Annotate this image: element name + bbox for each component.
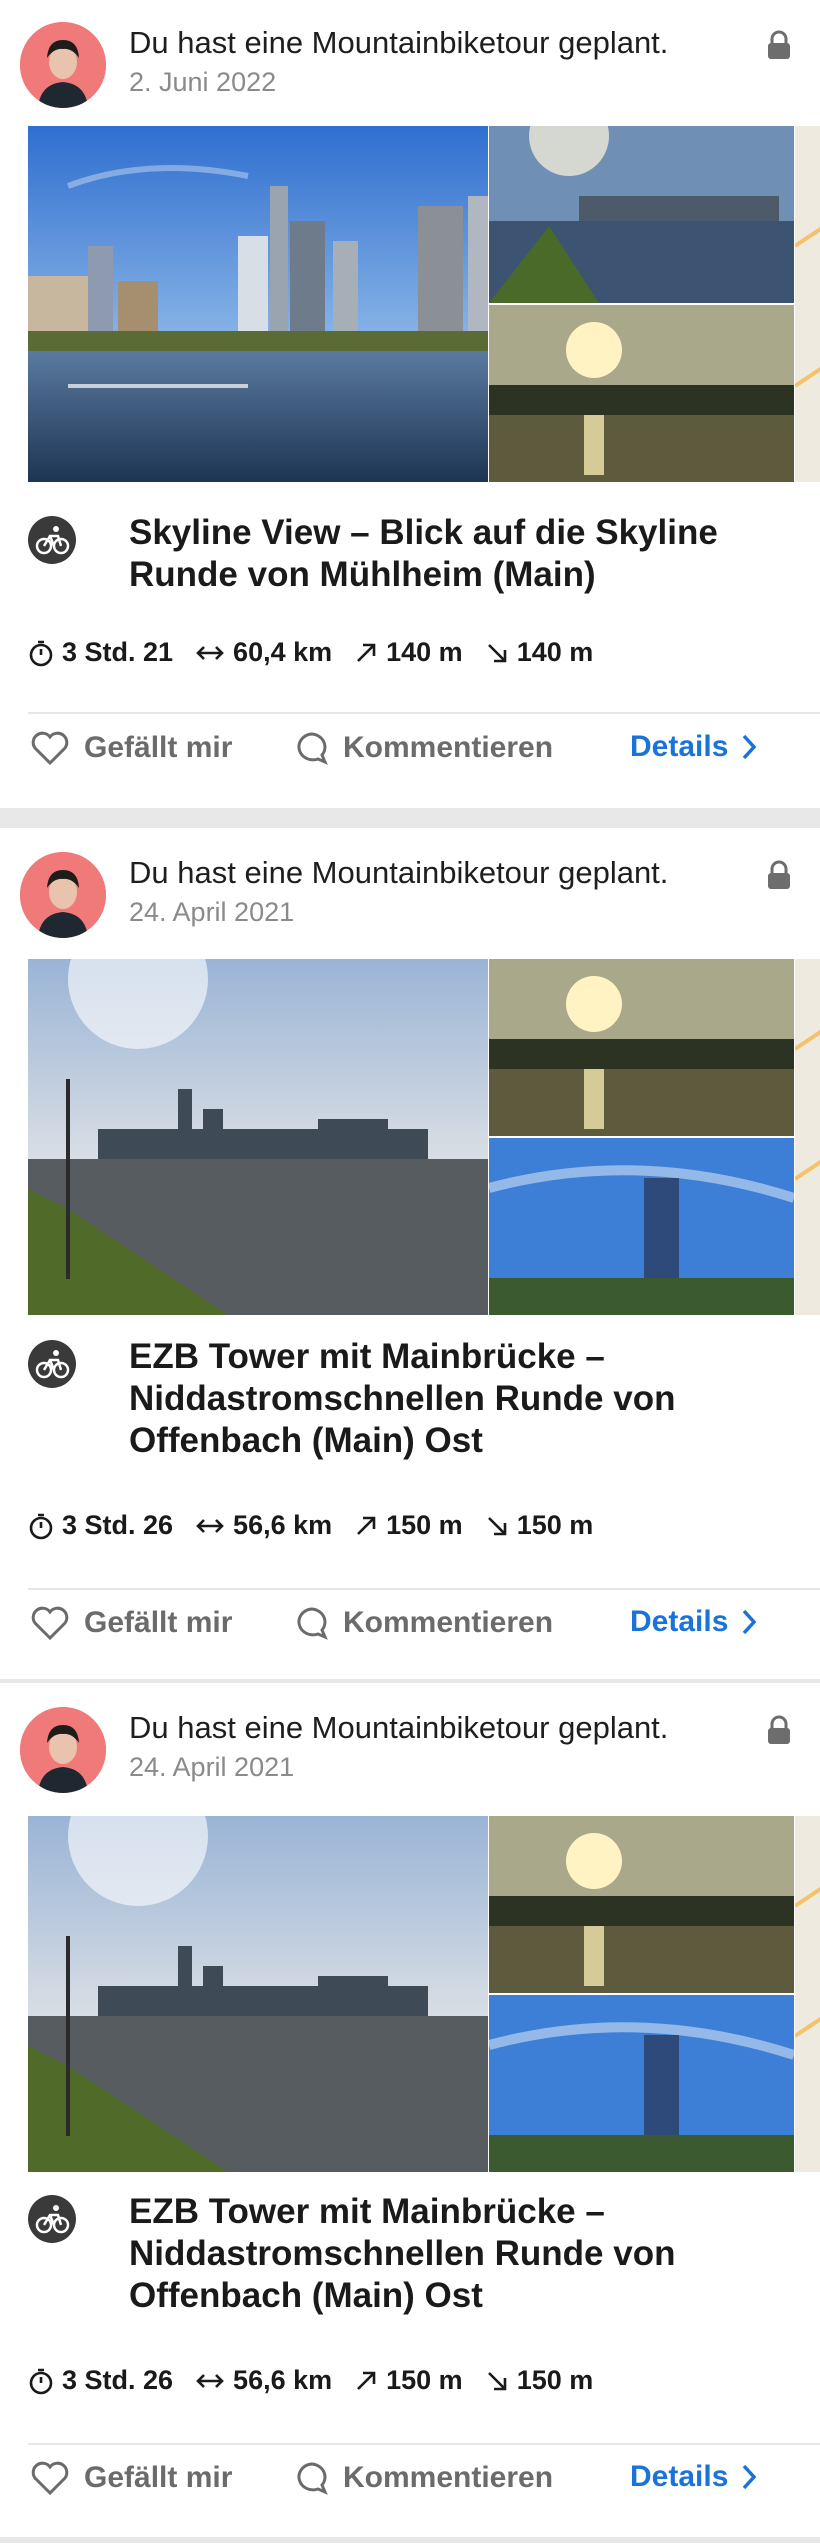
comment-button[interactable]: Kommentieren — [293, 2460, 553, 2496]
heart-icon — [31, 2461, 69, 2496]
tour-photo-gallery[interactable] — [28, 959, 820, 1315]
divider — [28, 712, 820, 714]
activity-text: Du hast eine Mountainbiketour geplant. — [129, 25, 669, 60]
divider — [28, 1588, 820, 1590]
arrow-up-right-icon — [357, 2371, 376, 2390]
tour-photo-ezb-tower[interactable] — [489, 1138, 794, 1315]
stat-duration: 3 Std. 26 — [62, 2365, 174, 2395]
tour-title[interactable]: EZB Tower mit Mainbrücke – Niddastromsch… — [129, 2191, 789, 2317]
tour-photo-sunset[interactable] — [489, 305, 794, 482]
tour-photo-sunset[interactable] — [489, 1816, 794, 1993]
chevron-right-icon — [743, 2464, 757, 2490]
mountainbike-icon — [28, 516, 76, 564]
activity-date: 2. Juni 2022 — [129, 67, 277, 97]
card-actions: Gefällt mir Kommentieren Details — [0, 2460, 820, 2520]
feed-card: Du hast eine Mountainbiketour geplant. 2… — [0, 1683, 820, 2539]
comment-button[interactable]: Kommentieren — [293, 1605, 553, 1641]
horizontal-arrows-icon — [196, 2373, 224, 2388]
activity-text: Du hast eine Mountainbiketour geplant. — [129, 855, 669, 890]
lock-icon — [766, 860, 792, 890]
tour-title[interactable]: EZB Tower mit Mainbrücke – Niddastromsch… — [129, 1336, 789, 1462]
activity-text: Du hast eine Mountainbiketour geplant. — [129, 1710, 669, 1745]
arrow-up-right-icon — [357, 1516, 376, 1535]
like-label: Gefällt mir — [84, 1606, 233, 1639]
like-label: Gefällt mir — [84, 731, 233, 764]
stat-distance: 56,6 km — [233, 1510, 333, 1540]
chevron-right-icon — [743, 734, 757, 760]
stat-uphill: 150 m — [386, 2365, 463, 2395]
tour-photo-riverside[interactable] — [489, 126, 794, 303]
details-label: Details — [630, 730, 729, 763]
stopwatch-icon — [29, 1513, 53, 1539]
activity-date: 24. April 2021 — [129, 897, 295, 927]
mountainbike-icon — [28, 1340, 76, 1388]
feed-card: Du hast eine Mountainbiketour geplant. 2… — [0, 828, 820, 1684]
activity-date: 24. April 2021 — [129, 1752, 295, 1782]
arrow-down-right-icon — [487, 2371, 506, 2390]
stat-uphill: 140 m — [386, 637, 463, 667]
stat-uphill: 150 m — [386, 1510, 463, 1540]
tour-stats: 3 Std. 21 60,4 km 140 m 140 m — [28, 637, 615, 668]
details-label: Details — [630, 2460, 729, 2493]
card-actions: Gefällt mir Kommentieren Details — [0, 1605, 820, 1665]
comment-label: Kommentieren — [343, 2461, 554, 2494]
tour-photo-river-skyline[interactable] — [28, 1816, 488, 2172]
like-button[interactable]: Gefällt mir — [30, 2460, 232, 2496]
feed-separator — [0, 808, 820, 828]
horizontal-arrows-icon — [196, 645, 224, 660]
lock-icon — [766, 30, 792, 60]
arrow-down-right-icon — [487, 1516, 506, 1535]
stat-duration: 3 Std. 21 — [62, 637, 174, 667]
horizontal-arrows-icon — [196, 1518, 224, 1533]
stopwatch-icon — [29, 640, 53, 666]
stat-distance: 60,4 km — [233, 637, 333, 667]
tour-stats: 3 Std. 26 56,6 km 150 m 150 m — [28, 1510, 615, 1541]
tour-map-preview[interactable] — [795, 126, 820, 482]
stat-duration: 3 Std. 26 — [62, 1510, 174, 1540]
feed-separator — [0, 2537, 820, 2543]
avatar[interactable] — [20, 852, 106, 938]
lock-icon — [766, 1715, 792, 1745]
feed-card: Du hast eine Mountainbiketour geplant. 2… — [0, 0, 820, 856]
speech-bubble-icon — [297, 1607, 328, 1640]
tour-photo-skyline[interactable] — [28, 126, 488, 482]
like-button[interactable]: Gefällt mir — [30, 730, 232, 766]
like-button[interactable]: Gefällt mir — [30, 1605, 232, 1641]
stat-downhill: 140 m — [516, 637, 594, 667]
details-button[interactable]: Details — [630, 730, 758, 764]
stat-downhill: 150 m — [516, 2365, 594, 2395]
tour-map-preview[interactable] — [795, 1816, 820, 2172]
speech-bubble-icon — [297, 2462, 328, 2495]
chevron-right-icon — [743, 1609, 757, 1635]
tour-stats: 3 Std. 26 56,6 km 150 m 150 m — [28, 2365, 615, 2396]
tour-photo-ezb-tower[interactable] — [489, 1995, 794, 2172]
details-button[interactable]: Details — [630, 2460, 758, 2494]
comment-label: Kommentieren — [343, 731, 554, 764]
tour-photo-sunset[interactable] — [489, 959, 794, 1136]
avatar[interactable] — [20, 1707, 106, 1793]
heart-icon — [31, 731, 69, 766]
like-label: Gefällt mir — [84, 2461, 233, 2494]
tour-photo-gallery[interactable] — [28, 126, 820, 482]
speech-bubble-icon — [297, 732, 328, 765]
stat-distance: 56,6 km — [233, 2365, 333, 2395]
stopwatch-icon — [29, 2368, 53, 2394]
tour-photo-gallery[interactable] — [28, 1816, 820, 2172]
mountainbike-icon — [28, 2195, 76, 2243]
tour-map-preview[interactable] — [795, 959, 820, 1315]
divider — [28, 2443, 820, 2445]
card-actions: Gefällt mir Kommentieren Details — [0, 730, 820, 790]
heart-icon — [31, 1606, 69, 1641]
avatar[interactable] — [20, 22, 106, 108]
details-button[interactable]: Details — [630, 1605, 758, 1639]
comment-label: Kommentieren — [343, 1606, 554, 1639]
tour-photo-river-skyline[interactable] — [28, 959, 488, 1315]
comment-button[interactable]: Kommentieren — [293, 730, 553, 766]
tour-title[interactable]: Skyline View – Blick auf die Skyline Run… — [129, 512, 789, 596]
details-label: Details — [630, 1605, 729, 1638]
arrow-up-right-icon — [357, 643, 376, 662]
stat-downhill: 150 m — [516, 1510, 594, 1540]
arrow-down-right-icon — [487, 643, 506, 662]
